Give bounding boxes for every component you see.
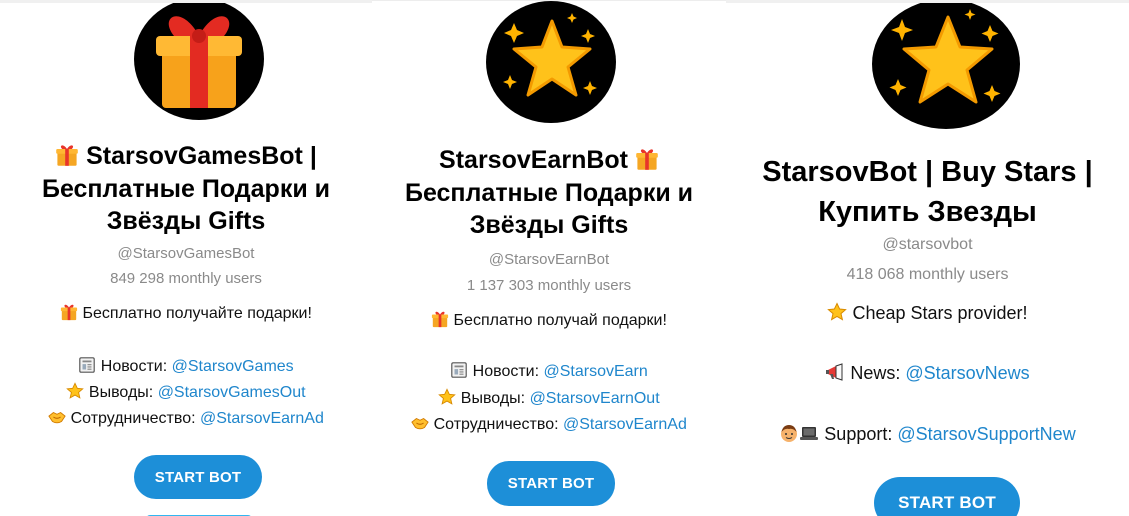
title-line-1: StarsovGamesBot | [86,142,317,170]
title-line-1: StarsovEarnBot [439,146,628,174]
news-row: Новости: @StarsovEarn [372,361,726,381]
handshake-icon [411,414,429,432]
withdrawals-label: Выводы: [88,384,158,401]
news-label: News: [850,363,906,383]
description-text: Бесплатно получайте подарки! [82,305,312,322]
withdrawals-link[interactable]: @StarsovEarnOut [530,390,660,407]
start-bot-button[interactable]: START BOT [874,477,1020,516]
title-line-3: Звёзды Gifts [469,211,629,239]
news-label: Новости: [472,363,544,380]
handshake-icon [48,408,66,426]
bot-handle: @StarsovGamesBot [117,245,255,262]
gift-icon [55,143,79,167]
cooperation-link[interactable]: @StarsovEarnAd [200,410,324,427]
cooperation-label: Сотрудничество: [433,416,563,433]
title-line-2: Купить Звезды [818,196,1037,229]
star-icon [438,388,456,406]
bot-description: Бесплатно получай подарки! [372,310,726,330]
bot-handle: @starsovbot [882,236,973,253]
monthly-users: 418 068 monthly users [846,266,1009,283]
monthly-users: 849 298 monthly users [110,270,262,287]
laptop-icon [799,423,819,443]
bot-title: StarsovGamesBot | Бесплатные Подарки и З… [0,140,372,238]
news-link[interactable]: @StarsovEarn [544,363,648,380]
description-text: Бесплатно получай подарки! [453,312,667,329]
gift-icon [431,310,449,328]
bot-avatar [134,3,264,120]
newspaper-icon [450,361,468,379]
support-row: Support: @StarsovSupportNew [726,423,1129,445]
megaphone-icon [825,362,845,382]
withdrawals-link[interactable]: @StarsovGamesOut [158,384,306,401]
cooperation-row: Сотрудничество: @StarsovEarnAd [372,414,726,434]
title-line-2: Бесплатные Подарки и [41,174,331,203]
star-icon [66,382,84,400]
start-bot-button[interactable]: START BOT [134,455,262,499]
bot-description: Бесплатно получайте подарки! [0,303,372,323]
gift-icon [60,303,78,321]
news-row: Новости: @StarsovGames [0,356,372,376]
star-icon [827,302,847,322]
gift-icon [635,147,659,171]
description-text: Cheap Stars provider! [852,303,1028,323]
start-bot-button[interactable]: START BOT [487,461,615,506]
bot-title: StarsovEarnBot Бесплатные Подарки и Звёз… [372,144,726,242]
news-label: Новости: [100,358,172,375]
withdrawals-row: Выводы: @StarsovEarnOut [372,388,726,408]
news-row: News: @StarsovNews [726,362,1129,384]
news-link[interactable]: @StarsovNews [905,363,1029,383]
monthly-users: 1 137 303 monthly users [466,277,632,294]
bot-handle: @StarsovEarnBot [488,251,610,268]
title-line-1: StarsovBot | Buy Stars | [762,156,1093,188]
bot-avatar [486,1,616,123]
bot-card-starsovbot: StarsovBot | Buy Stars | Купить Звезды @… [726,0,1129,516]
support-link[interactable]: @StarsovSupportNew [897,424,1075,444]
sparkle-star-icon [503,13,597,97]
title-line-2: Бесплатные Подарки и [404,178,694,207]
bot-card-starsovgames: StarsovGamesBot | Бесплатные Подарки и З… [0,0,372,516]
withdrawals-label: Выводы: [460,390,530,407]
gift-box-icon [156,16,242,108]
support-label: Support: [824,424,898,444]
bot-title: StarsovBot | Buy Stars | Купить Звезды [726,152,1129,232]
sparkle-star-icon [889,9,1001,104]
newspaper-icon [78,356,96,374]
bot-avatar [872,3,1020,129]
cooperation-row: Сотрудничество: @StarsovEarnAd [0,408,372,428]
withdrawals-row: Выводы: @StarsovGamesOut [0,382,372,402]
person-icon [779,423,799,443]
cooperation-link[interactable]: @StarsovEarnAd [563,416,687,433]
bot-card-starsovearn: StarsovEarnBot Бесплатные Подарки и Звёз… [372,0,726,516]
cooperation-label: Сотрудничество: [70,410,200,427]
title-line-3: Звёзды Gifts [106,207,266,235]
news-link[interactable]: @StarsovGames [172,358,294,375]
bot-description: Cheap Stars provider! [726,302,1129,324]
